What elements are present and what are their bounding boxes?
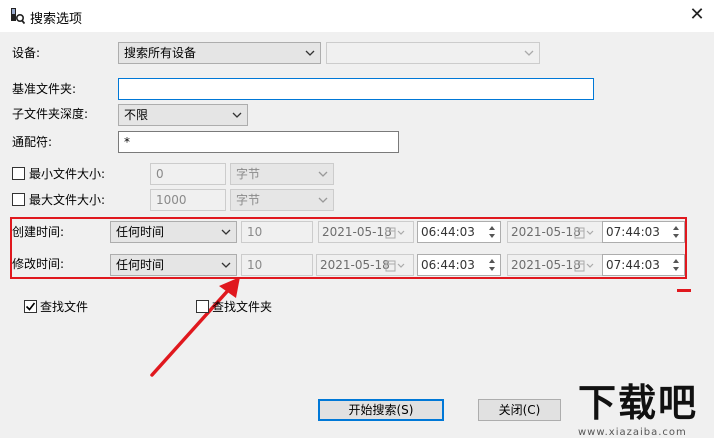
min-size-unit-select[interactable]: 字节 [230, 163, 334, 185]
max-size-label: 最大文件大小: [29, 193, 106, 207]
chevron-down-icon [318, 197, 328, 203]
base-folder-label: 基准文件夹: [12, 82, 77, 96]
chevron-down-icon [232, 112, 242, 118]
annotation-arrow-icon [150, 277, 240, 377]
watermark-logo-text: 下载吧 [578, 381, 699, 425]
max-size-unit-value: 字节 [236, 193, 261, 207]
app-icon [11, 8, 25, 25]
start-search-button[interactable]: 开始搜索(S) [318, 399, 444, 421]
min-size-label: 最小文件大小: [29, 167, 106, 181]
max-size-checkbox[interactable] [12, 193, 25, 206]
min-size-unit-value: 字节 [236, 167, 261, 181]
subfolder-depth-label: 子文件夹深度: [12, 107, 89, 121]
find-files-label: 查找文件 [40, 300, 89, 314]
title-bar [0, 0, 714, 32]
watermark-logo: 下载吧 www.xiazaiba.com [578, 372, 714, 438]
find-folders-label: 查找文件夹 [212, 300, 273, 314]
base-folder-input[interactable] [118, 78, 594, 100]
window-title: 搜索选项 [30, 12, 83, 27]
chevron-down-icon [524, 50, 534, 56]
wildcard-input[interactable]: * [118, 131, 399, 153]
subfolder-depth-value: 不限 [124, 108, 149, 122]
close-window-button[interactable]: ✕ [684, 4, 710, 28]
device-select-value: 搜索所有设备 [124, 46, 197, 60]
device-label: 设备: [12, 46, 41, 60]
find-folders-checkbox[interactable] [196, 300, 209, 313]
chevron-down-icon [318, 171, 328, 177]
max-size-input[interactable]: 1000 [150, 189, 226, 211]
wildcard-label: 通配符: [12, 135, 53, 149]
close-button[interactable]: 关闭(C) [478, 399, 561, 421]
device-sub-select[interactable] [326, 42, 540, 64]
subfolder-depth-select[interactable]: 不限 [118, 104, 248, 126]
checkmark-icon [25, 302, 36, 311]
annotation-highlight-box [10, 217, 687, 279]
chevron-down-icon [305, 50, 315, 56]
find-files-checkbox[interactable] [24, 300, 37, 313]
min-size-input[interactable]: 0 [150, 163, 226, 185]
device-select[interactable]: 搜索所有设备 [118, 42, 321, 64]
max-size-unit-select[interactable]: 字节 [230, 189, 334, 211]
min-size-checkbox[interactable] [12, 167, 25, 180]
annotation-dash [677, 289, 691, 292]
